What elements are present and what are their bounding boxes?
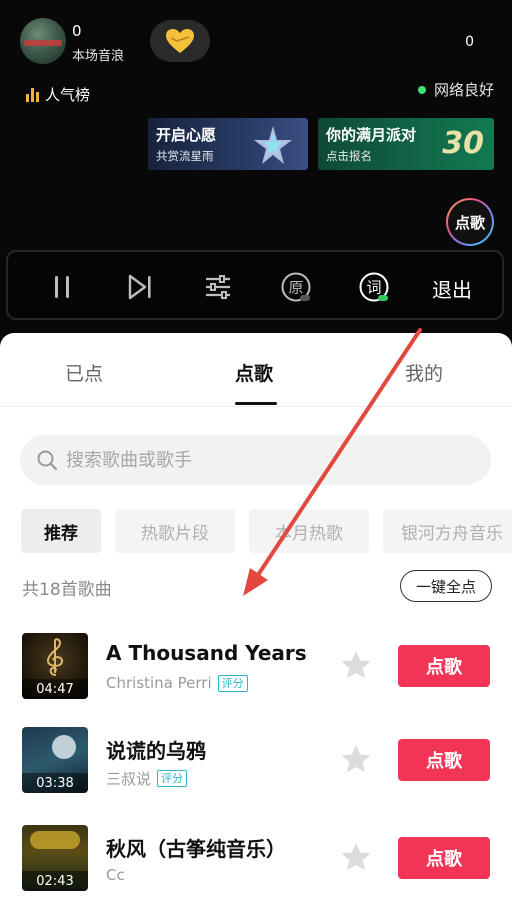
song-title: 说谎的乌鸦 <box>106 739 206 763</box>
song-row[interactable]: 02:43 秋风（古筝纯音乐） Cc 点歌 <box>0 825 512 895</box>
song-artist-line: Cc <box>106 866 125 884</box>
host-avatar[interactable] <box>20 18 66 64</box>
rank-label: 人气榜 <box>45 86 91 104</box>
song-cover: 02:43 <box>22 825 88 891</box>
original-vocal-toggle[interactable]: 原 <box>278 269 314 305</box>
star-icon[interactable] <box>340 743 372 775</box>
network-dot-icon <box>417 85 426 94</box>
sound-wave-label: 本场音浪 <box>72 49 125 64</box>
shooting-star-icon <box>254 126 292 164</box>
sliders-icon <box>206 275 230 299</box>
sheet-tabs: 已点 点歌 我的 <box>0 333 512 407</box>
song-cover: 03:38 <box>22 727 88 793</box>
pause-icon <box>55 276 69 298</box>
song-duration: 02:43 <box>22 871 88 891</box>
chip-hot-clips[interactable]: 热歌片段 <box>115 509 235 553</box>
party-banner-title: 你的满月派对 <box>326 126 417 144</box>
next-song-button[interactable] <box>122 269 158 305</box>
star-icon[interactable] <box>340 841 372 873</box>
song-row[interactable]: 04:47 A Thousand Years Christina Perri 评… <box>0 633 512 703</box>
skip-next-icon <box>128 274 151 300</box>
song-duration: 04:47 <box>22 679 88 699</box>
score-tag: 评分 <box>217 674 248 692</box>
song-duration: 03:38 <box>22 773 88 793</box>
party-banner-subtitle: 点击报名 <box>326 149 372 163</box>
request-song-fab-label: 点歌 <box>448 200 492 244</box>
song-title: 秋风（古筝纯音乐） <box>106 837 286 861</box>
pause-button[interactable] <box>44 269 80 305</box>
song-artist: Cc <box>106 866 125 884</box>
heart-icon <box>166 29 194 53</box>
wish-banner[interactable]: 开启心愿 共赏流星雨 <box>148 118 308 170</box>
like-button[interactable] <box>150 20 210 62</box>
treble-clef-icon <box>46 638 64 676</box>
search-icon <box>37 450 58 471</box>
search-input[interactable] <box>66 449 466 471</box>
star-icon[interactable] <box>340 649 372 681</box>
party-badge-number: 30 <box>442 126 484 161</box>
request-song-button[interactable]: 点歌 <box>398 837 490 879</box>
song-artist: 三叔说 <box>106 770 152 788</box>
song-row[interactable]: 03:38 说谎的乌鸦 三叔说 评分 点歌 <box>0 727 512 797</box>
lyrics-label: 词 <box>366 279 381 297</box>
wish-banner-title: 开启心愿 <box>156 126 217 144</box>
lyrics-icon: 词 <box>359 272 389 302</box>
original-vocal-icon: 原 <box>281 272 311 302</box>
popularity-rank[interactable]: 人气榜 <box>26 84 90 105</box>
song-title: A Thousand Years <box>106 641 307 665</box>
request-song-button[interactable]: 点歌 <box>398 739 490 781</box>
sound-wave-count: 0 <box>72 22 82 40</box>
lyrics-toggle[interactable]: 词 <box>356 269 392 305</box>
chip-monthly-hits[interactable]: 本月热歌 <box>249 509 369 553</box>
request-song-fab[interactable]: 点歌 <box>446 198 494 246</box>
request-song-button[interactable]: 点歌 <box>398 645 490 687</box>
song-request-sheet: 已点 点歌 我的 推荐 热歌片段 本月热歌 银河方舟音乐 共18首歌曲 一键全点… <box>0 333 512 900</box>
tab-mine[interactable]: 我的 <box>405 359 443 386</box>
chip-recommended[interactable]: 推荐 <box>21 509 101 553</box>
online-count[interactable]: 0 <box>465 34 474 50</box>
exit-button[interactable]: 退出 <box>432 274 472 303</box>
search-bar[interactable] <box>20 435 491 485</box>
wish-banner-subtitle: 共赏流星雨 <box>156 149 214 163</box>
network-status: 网络良好 <box>417 79 494 100</box>
order-all-button[interactable]: 一键全点 <box>400 570 492 602</box>
playback-controls: 原 词 退出 <box>6 250 504 320</box>
song-artist: Christina Perri <box>106 674 212 692</box>
song-artist-line: Christina Perri 评分 <box>106 674 248 692</box>
active-tab-indicator <box>235 402 277 405</box>
song-artist-line: 三叔说 评分 <box>106 768 188 789</box>
chip-galaxy-ark[interactable]: 银河方舟音乐 <box>383 509 512 553</box>
original-vocal-label: 原 <box>288 279 303 297</box>
party-banner[interactable]: 你的满月派对 点击报名 30 <box>318 118 494 170</box>
song-cover: 04:47 <box>22 633 88 699</box>
score-tag: 评分 <box>157 770 188 787</box>
song-count: 共18首歌曲 <box>22 580 112 600</box>
tab-request-song[interactable]: 点歌 <box>235 359 273 386</box>
rank-bars-icon <box>26 87 39 102</box>
network-status-label: 网络良好 <box>433 81 494 99</box>
live-room-header: 0 本场音浪 0 人气榜 网络良好 开启心愿 共赏流星雨 你的满月派对 点击报名… <box>0 0 512 345</box>
tune-settings-button[interactable] <box>200 269 236 305</box>
tab-requested[interactable]: 已点 <box>65 359 103 386</box>
